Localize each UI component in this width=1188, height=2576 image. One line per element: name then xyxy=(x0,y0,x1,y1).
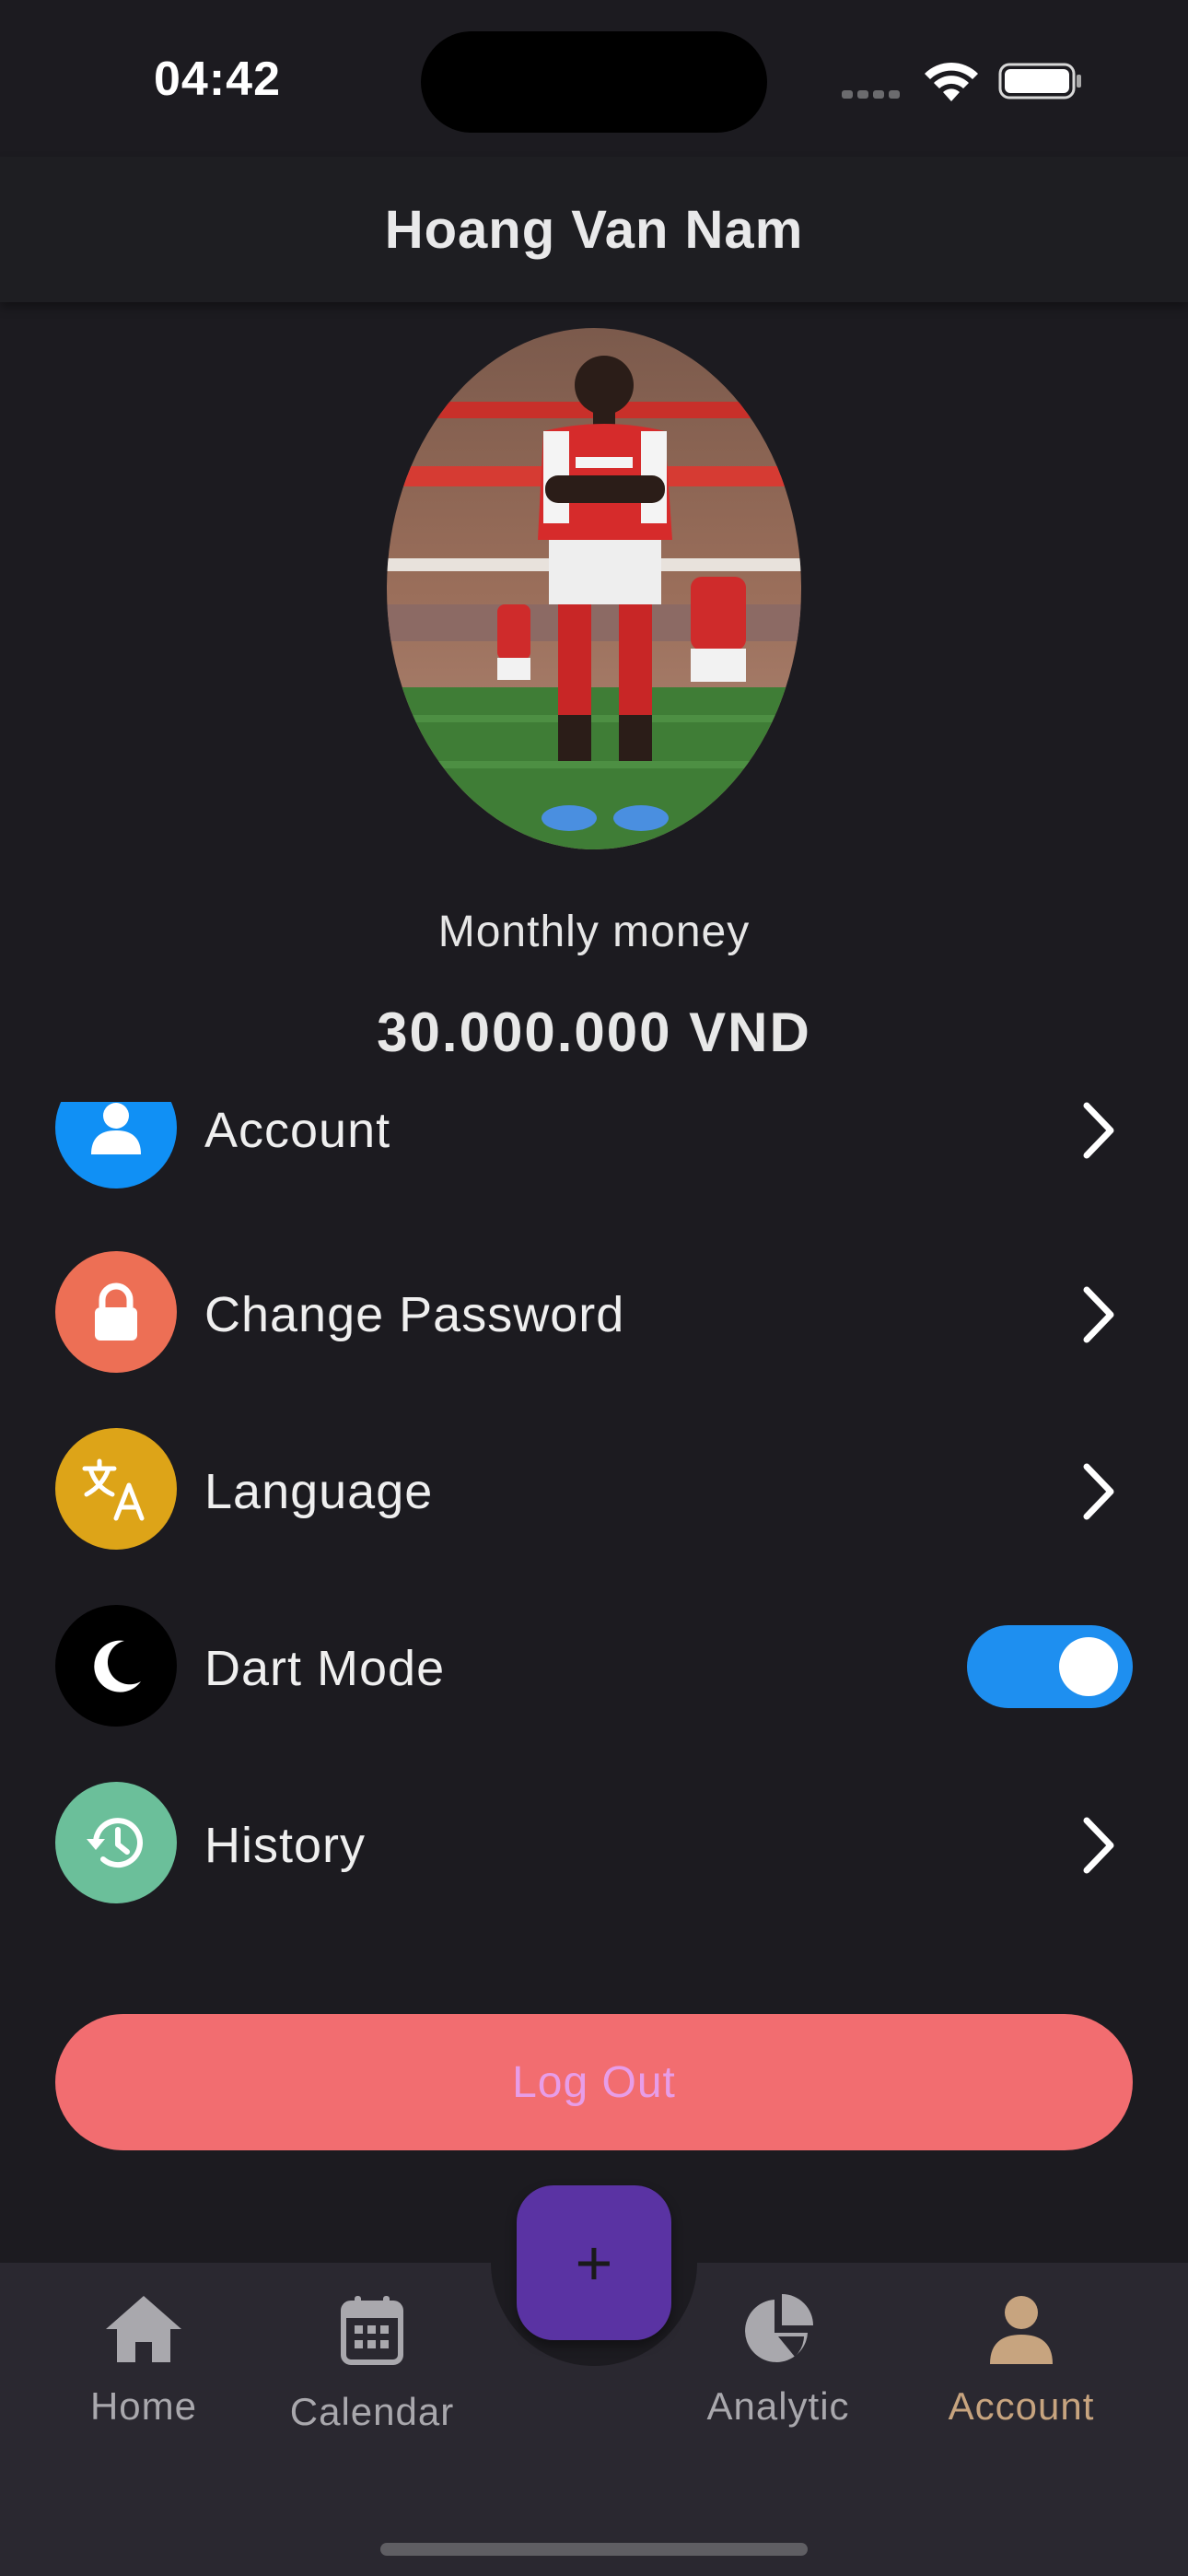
home-indicator[interactable] xyxy=(380,2543,808,2556)
translate-icon xyxy=(55,1428,177,1550)
dynamic-island xyxy=(421,31,767,133)
toggle-knob xyxy=(1059,1637,1118,1696)
chevron-right-icon xyxy=(1083,1463,1114,1520)
person-icon xyxy=(977,2285,1066,2373)
logout-label: Log Out xyxy=(512,2057,676,2107)
settings-menu: Account Change Password Language Dart Mo… xyxy=(0,1102,1188,1931)
menu-item-account[interactable]: Account xyxy=(0,1102,1188,1198)
wifi-icon xyxy=(925,62,978,101)
nav-item-analytic[interactable]: Analytic xyxy=(668,2285,889,2469)
moon-icon xyxy=(55,1605,177,1727)
home-icon xyxy=(99,2285,188,2373)
menu-item-label: Language xyxy=(204,1464,434,1519)
profile-avatar[interactable] xyxy=(387,328,801,849)
dark-mode-toggle[interactable] xyxy=(967,1625,1133,1708)
app-header: Hoang Van Nam xyxy=(0,157,1188,302)
menu-item-dark-mode: Dart Mode xyxy=(0,1598,1188,1736)
avatar-photo xyxy=(387,328,801,849)
page-title: Hoang Van Nam xyxy=(384,200,804,260)
calendar-icon xyxy=(328,2285,416,2373)
menu-item-change-password[interactable]: Change Password xyxy=(0,1244,1188,1382)
nav-item-account[interactable]: Account xyxy=(911,2285,1132,2469)
logout-button[interactable]: Log Out xyxy=(55,2014,1133,2150)
chevron-right-icon xyxy=(1083,1817,1114,1874)
cellular-signal-icon xyxy=(842,87,906,99)
chevron-right-icon xyxy=(1083,1286,1114,1343)
lock-icon xyxy=(55,1251,177,1373)
menu-item-label: Change Password xyxy=(204,1287,625,1342)
menu-item-label: Account xyxy=(204,1103,391,1158)
status-time: 04:42 xyxy=(154,53,281,106)
nav-item-calendar[interactable]: Calendar xyxy=(262,2285,483,2469)
nav-item-home[interactable]: Home xyxy=(33,2285,254,2469)
menu-item-language[interactable]: Language xyxy=(0,1421,1188,1559)
nav-label: Account xyxy=(948,2384,1095,2428)
monthly-money-label: Monthly money xyxy=(437,907,751,956)
history-icon xyxy=(55,1782,177,1903)
menu-item-history[interactable]: History xyxy=(0,1774,1188,1913)
add-transaction-button[interactable]: + xyxy=(517,2185,671,2340)
monthly-money-value: 30.000.000 VND xyxy=(377,1001,811,1063)
plus-icon: + xyxy=(575,2227,613,2299)
nav-label: Calendar xyxy=(289,2390,455,2433)
nav-label: Analytic xyxy=(706,2384,850,2428)
status-bar: 04:42 xyxy=(0,0,1188,157)
user-icon xyxy=(55,1102,177,1188)
battery-icon xyxy=(998,63,1081,100)
chevron-right-icon xyxy=(1083,1102,1114,1159)
pie-chart-icon xyxy=(734,2285,822,2373)
nav-label: Home xyxy=(89,2384,198,2428)
menu-item-label: Dart Mode xyxy=(204,1641,446,1696)
menu-item-label: History xyxy=(204,1818,367,1873)
